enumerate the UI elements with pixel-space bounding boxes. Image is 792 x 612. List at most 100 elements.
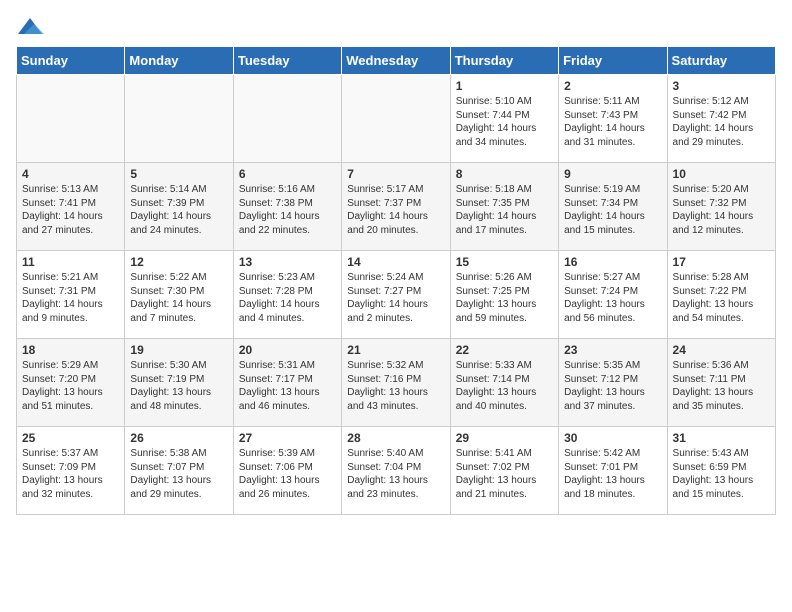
day-info-line: Sunrise: 5:27 AM [564,271,661,285]
day-number: 3 [673,79,770,93]
day-number: 28 [347,431,444,445]
day-info-line: and 15 minutes. [564,224,661,238]
day-number: 18 [22,343,119,357]
logo [16,16,48,38]
day-info-line: Sunset: 7:38 PM [239,197,336,211]
day-number: 1 [456,79,553,93]
day-number: 26 [130,431,227,445]
calendar-cell: 31Sunrise: 5:43 AMSunset: 6:59 PMDayligh… [667,427,775,515]
day-info-line: Sunset: 7:09 PM [22,461,119,475]
day-info-line: and 29 minutes. [130,488,227,502]
day-info-line: Sunset: 7:41 PM [22,197,119,211]
calendar-cell: 8Sunrise: 5:18 AMSunset: 7:35 PMDaylight… [450,163,558,251]
day-info-line: Daylight: 13 hours [130,386,227,400]
day-header-thursday: Thursday [450,47,558,75]
logo-icon [16,16,44,38]
day-number: 30 [564,431,661,445]
day-info-line: Sunrise: 5:17 AM [347,183,444,197]
day-info-line: Sunset: 7:42 PM [673,109,770,123]
day-info-line: Daylight: 13 hours [564,298,661,312]
calendar-cell: 18Sunrise: 5:29 AMSunset: 7:20 PMDayligh… [17,339,125,427]
day-number: 25 [22,431,119,445]
day-number: 21 [347,343,444,357]
calendar-cell [233,75,341,163]
day-info-line: Sunset: 7:01 PM [564,461,661,475]
day-header-wednesday: Wednesday [342,47,450,75]
day-number: 14 [347,255,444,269]
calendar-header-row: SundayMondayTuesdayWednesdayThursdayFrid… [17,47,776,75]
calendar-cell: 29Sunrise: 5:41 AMSunset: 7:02 PMDayligh… [450,427,558,515]
day-info-line: Daylight: 13 hours [456,298,553,312]
day-info-line: and 24 minutes. [130,224,227,238]
day-info-line: Sunset: 7:16 PM [347,373,444,387]
day-info-line: and 27 minutes. [22,224,119,238]
day-info-line: Sunset: 7:06 PM [239,461,336,475]
day-info-line: Daylight: 14 hours [22,210,119,224]
calendar-cell: 25Sunrise: 5:37 AMSunset: 7:09 PMDayligh… [17,427,125,515]
day-info-line: and 46 minutes. [239,400,336,414]
day-info-line: and 31 minutes. [564,136,661,150]
day-info-line: and 37 minutes. [564,400,661,414]
calendar-cell: 24Sunrise: 5:36 AMSunset: 7:11 PMDayligh… [667,339,775,427]
day-info-line: Sunset: 7:22 PM [673,285,770,299]
day-info-line: Daylight: 13 hours [239,474,336,488]
day-number: 22 [456,343,553,357]
calendar-cell: 5Sunrise: 5:14 AMSunset: 7:39 PMDaylight… [125,163,233,251]
day-header-sunday: Sunday [17,47,125,75]
calendar-cell [17,75,125,163]
day-info-line: Daylight: 14 hours [347,298,444,312]
day-number: 10 [673,167,770,181]
calendar-cell: 23Sunrise: 5:35 AMSunset: 7:12 PMDayligh… [559,339,667,427]
day-info-line: Sunrise: 5:38 AM [130,447,227,461]
day-number: 20 [239,343,336,357]
day-info-line: Sunset: 7:19 PM [130,373,227,387]
day-number: 7 [347,167,444,181]
day-info-line: Sunrise: 5:42 AM [564,447,661,461]
day-info-line: Sunset: 7:07 PM [130,461,227,475]
day-info-line: and 12 minutes. [673,224,770,238]
day-info-line: Sunset: 7:02 PM [456,461,553,475]
day-info-line: Sunrise: 5:30 AM [130,359,227,373]
day-info-line: Daylight: 14 hours [564,210,661,224]
day-info-line: and 40 minutes. [456,400,553,414]
day-info-line: Sunset: 7:25 PM [456,285,553,299]
day-info-line: Daylight: 13 hours [130,474,227,488]
day-info-line: Sunset: 7:35 PM [456,197,553,211]
day-info-line: Daylight: 14 hours [456,210,553,224]
day-info-line: Sunset: 7:17 PM [239,373,336,387]
day-info-line: and 35 minutes. [673,400,770,414]
day-info-line: and 51 minutes. [22,400,119,414]
day-number: 5 [130,167,227,181]
day-info-line: Sunrise: 5:19 AM [564,183,661,197]
day-number: 4 [22,167,119,181]
day-info-line: and 43 minutes. [347,400,444,414]
day-info-line: and 17 minutes. [456,224,553,238]
calendar-cell: 16Sunrise: 5:27 AMSunset: 7:24 PMDayligh… [559,251,667,339]
day-info-line: Daylight: 13 hours [347,386,444,400]
calendar-week-row: 4Sunrise: 5:13 AMSunset: 7:41 PMDaylight… [17,163,776,251]
calendar-cell: 27Sunrise: 5:39 AMSunset: 7:06 PMDayligh… [233,427,341,515]
day-number: 17 [673,255,770,269]
day-header-saturday: Saturday [667,47,775,75]
day-info-line: and 9 minutes. [22,312,119,326]
day-info-line: Sunrise: 5:20 AM [673,183,770,197]
day-info-line: Sunrise: 5:22 AM [130,271,227,285]
calendar-cell: 11Sunrise: 5:21 AMSunset: 7:31 PMDayligh… [17,251,125,339]
day-info-line: Daylight: 13 hours [347,474,444,488]
calendar-cell: 28Sunrise: 5:40 AMSunset: 7:04 PMDayligh… [342,427,450,515]
day-number: 15 [456,255,553,269]
calendar-cell: 12Sunrise: 5:22 AMSunset: 7:30 PMDayligh… [125,251,233,339]
day-info-line: and 22 minutes. [239,224,336,238]
day-info-line: Sunrise: 5:40 AM [347,447,444,461]
calendar-cell: 15Sunrise: 5:26 AMSunset: 7:25 PMDayligh… [450,251,558,339]
day-info-line: Sunset: 7:37 PM [347,197,444,211]
day-info-line: Sunrise: 5:12 AM [673,95,770,109]
calendar-cell: 30Sunrise: 5:42 AMSunset: 7:01 PMDayligh… [559,427,667,515]
day-info-line: Sunset: 7:44 PM [456,109,553,123]
day-info-line: Sunrise: 5:29 AM [22,359,119,373]
day-info-line: Daylight: 14 hours [130,210,227,224]
day-info-line: Daylight: 14 hours [22,298,119,312]
day-info-line: and 56 minutes. [564,312,661,326]
day-info-line: Sunset: 7:27 PM [347,285,444,299]
day-info-line: Sunrise: 5:33 AM [456,359,553,373]
